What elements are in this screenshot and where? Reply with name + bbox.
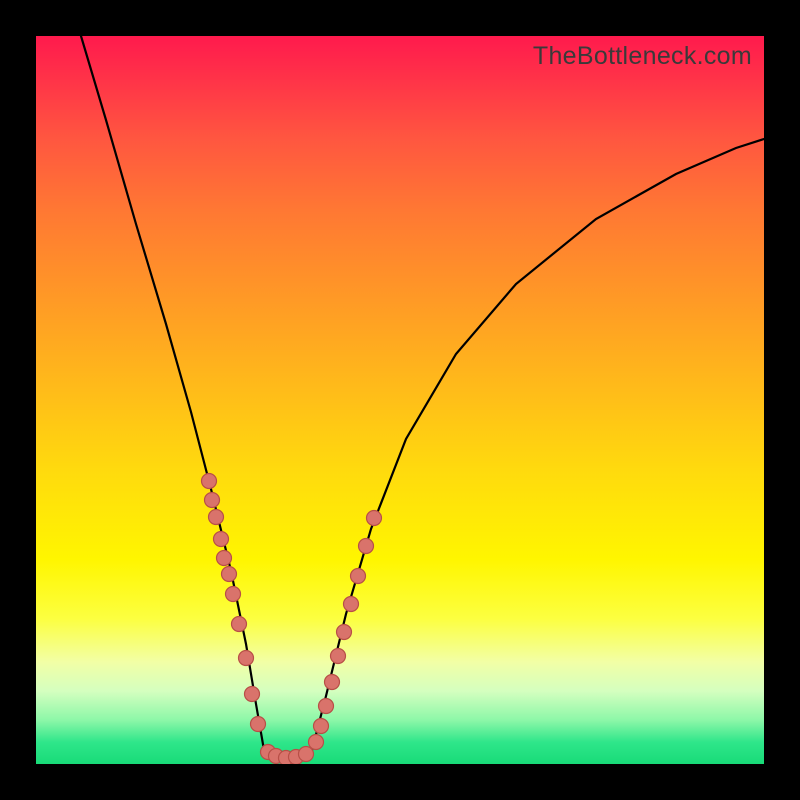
plot-area: TheBottleneck.com [36,36,764,764]
data-point [205,493,220,508]
data-point [202,474,217,489]
data-point [319,699,334,714]
data-points [202,474,382,765]
data-point [325,675,340,690]
bottleneck-curve [81,36,764,759]
chart-frame: TheBottleneck.com [0,0,800,800]
data-point [232,617,247,632]
data-point [251,717,266,732]
data-point [367,511,382,526]
chart-overlay [36,36,764,764]
data-point [239,651,254,666]
data-point [222,567,237,582]
data-point [351,569,366,584]
data-point [344,597,359,612]
data-point [245,687,260,702]
data-point [359,539,374,554]
data-point [214,532,229,547]
data-point [299,747,314,762]
data-point [226,587,241,602]
data-point [209,510,224,525]
data-point [314,719,329,734]
data-point [337,625,352,640]
data-point [309,735,324,750]
data-point [331,649,346,664]
data-point [217,551,232,566]
